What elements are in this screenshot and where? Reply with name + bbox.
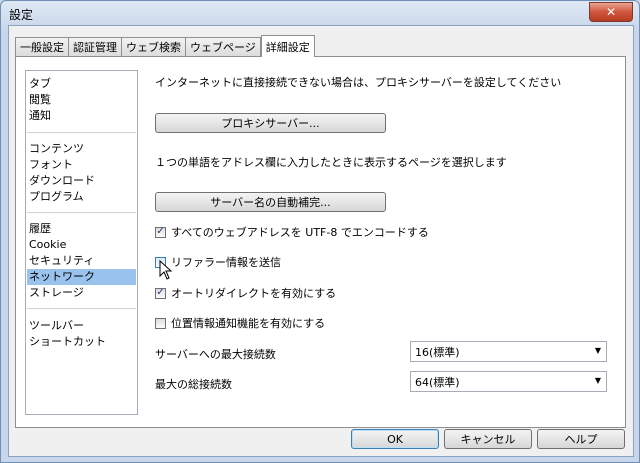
tab-web-search[interactable]: ウェブ検索: [122, 37, 186, 56]
tab-strip: 一般設定 認証管理 ウェブ検索 ウェブページ 詳細設定: [15, 35, 315, 57]
send-referrer-checkbox[interactable]: [155, 256, 166, 268]
close-icon: ✕: [605, 5, 617, 19]
max-total-value: 64(標準): [415, 375, 460, 389]
help-button[interactable]: ヘルプ: [537, 429, 625, 449]
auto-redirect-checkbox[interactable]: ✓: [155, 287, 166, 299]
title-bar: 設定 ✕: [1, 1, 639, 25]
sidebar-item-tabs[interactable]: タブ: [27, 76, 136, 92]
send-referrer-option[interactable]: リファラー情報を送信: [155, 254, 281, 270]
send-referrer-label: リファラー情報を送信: [171, 256, 281, 269]
max-per-server-label: サーバーへの最大接続数: [155, 348, 276, 361]
tab-web-page[interactable]: ウェブページ: [186, 37, 261, 56]
sidebar-item-network[interactable]: ネットワーク: [27, 269, 136, 285]
max-total-label: 最大の総接続数: [155, 378, 232, 391]
utf8-encode-option[interactable]: ✓ すべてのウェブアドレスを UTF-8 でエンコードする: [155, 224, 429, 240]
max-per-server-select[interactable]: 16(標準) ▼: [410, 341, 607, 362]
window-title: 設定: [9, 8, 34, 22]
address-description: １つの単語をアドレス欄に入力したときに表示するページを選択します: [155, 156, 507, 169]
close-button[interactable]: ✕: [589, 2, 633, 22]
sidebar-item-cookie[interactable]: Cookie: [27, 237, 136, 253]
category-list: タブ 閲覧 通知 コンテンツ フォント ダウンロード プログラム 履歴 Cook…: [25, 70, 138, 415]
sidebar-item-shortcuts[interactable]: ショートカット: [27, 334, 136, 350]
sidebar-item-security[interactable]: セキュリティ: [27, 253, 136, 269]
max-total-select[interactable]: 64(標準) ▼: [410, 371, 607, 392]
geolocation-option[interactable]: 位置情報通知機能を有効にする: [155, 315, 325, 331]
auto-redirect-label: オートリダイレクトを有効にする: [171, 287, 337, 300]
sidebar-item-history[interactable]: 履歴: [27, 221, 136, 237]
tab-general[interactable]: 一般設定: [15, 37, 69, 56]
auto-redirect-option[interactable]: ✓ オートリダイレクトを有効にする: [155, 285, 336, 301]
tab-advanced[interactable]: 詳細設定: [260, 35, 315, 57]
sidebar-divider: [27, 308, 136, 309]
proxy-description: インターネットに直接接続できない場合は、プロキシサーバーを設定してください: [155, 76, 562, 89]
cancel-button[interactable]: キャンセル: [444, 429, 532, 449]
sidebar-divider: [27, 212, 136, 213]
geolocation-checkbox[interactable]: [155, 317, 166, 329]
settings-window: 設定 ✕ 一般設定 認証管理 ウェブ検索 ウェブページ 詳細設定 タブ 閲覧 通…: [0, 0, 640, 463]
sidebar-item-downloads[interactable]: ダウンロード: [27, 173, 136, 189]
geolocation-label: 位置情報通知機能を有効にする: [171, 317, 326, 330]
sidebar-divider: [27, 132, 136, 133]
utf8-encode-label: すべてのウェブアドレスを UTF-8 でエンコードする: [171, 226, 429, 239]
sidebar-item-programs[interactable]: プログラム: [27, 189, 136, 205]
max-per-server-value: 16(標準): [415, 345, 460, 359]
proxy-server-button[interactable]: プロキシサーバー...: [155, 113, 386, 133]
chevron-down-icon: ▼: [594, 376, 601, 385]
server-name-autocomplete-button[interactable]: サーバー名の自動補完...: [155, 192, 386, 212]
utf8-encode-checkbox[interactable]: ✓: [155, 226, 166, 238]
sidebar-item-toolbar[interactable]: ツールバー: [27, 318, 136, 334]
sidebar-item-browsing[interactable]: 閲覧: [27, 92, 136, 108]
dialog-body: 一般設定 認証管理 ウェブ検索 ウェブページ 詳細設定 タブ 閲覧 通知 コンテ…: [8, 25, 634, 457]
sidebar-item-content[interactable]: コンテンツ: [27, 141, 136, 157]
sidebar-item-storage[interactable]: ストレージ: [27, 285, 136, 301]
ok-button[interactable]: OK: [351, 429, 439, 449]
tab-authentication[interactable]: 認証管理: [69, 37, 122, 56]
sidebar-item-notifications[interactable]: 通知: [27, 108, 136, 124]
chevron-down-icon: ▼: [594, 346, 601, 355]
tab-panel: タブ 閲覧 通知 コンテンツ フォント ダウンロード プログラム 履歴 Cook…: [15, 56, 626, 428]
sidebar-item-fonts[interactable]: フォント: [27, 157, 136, 173]
